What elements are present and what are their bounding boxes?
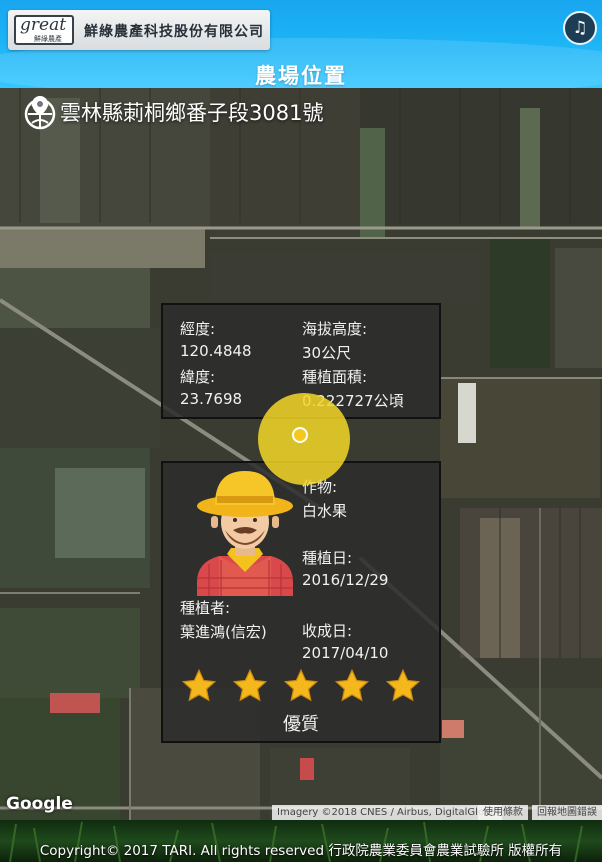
- grower-value: 葉進鴻(信宏): [180, 623, 267, 641]
- plant-date-value: 2016/12/29: [302, 571, 389, 589]
- location-pin-icon: [24, 96, 56, 130]
- farm-address: 雲林縣莿桐鄉番子段3081號: [22, 94, 323, 130]
- altitude-label: 海拔高度:: [302, 320, 368, 338]
- latitude-label: 緯度:: [180, 368, 216, 386]
- app-header: great 鮮綠農產 鮮綠農產科技股份有限公司 ♫ 農場位置: [0, 0, 602, 88]
- music-note-icon: ♫: [572, 18, 588, 38]
- map-report-link[interactable]: 回報地圖錯誤: [532, 805, 602, 820]
- rating-stars: [181, 668, 421, 704]
- grower-label: 種植者:: [180, 599, 231, 617]
- address-text: 雲林縣莿桐鄉番子段3081號: [60, 101, 324, 125]
- logo-subtext: 鮮綠農產: [34, 35, 62, 43]
- altitude-value: 30公尺: [302, 344, 352, 362]
- map-terms-link[interactable]: 使用條款: [478, 805, 528, 820]
- google-watermark: Google: [6, 794, 73, 814]
- satellite-map[interactable]: 雲林縣莿桐鄉番子段3081號 經度: 120.4848 緯度: 23.7698 …: [0, 88, 602, 820]
- company-logo[interactable]: great 鮮綠農產 鮮綠農產科技股份有限公司: [8, 10, 270, 50]
- map-attribution: Imagery ©2018 CNES / Airbus, DigitalGlob…: [272, 805, 502, 820]
- logo-mark: great 鮮綠農產: [14, 15, 74, 45]
- plant-date-label: 種植日:: [302, 549, 353, 567]
- page-footer: Copyright© 2017 TARI. All rights reserve…: [0, 820, 602, 862]
- area-label: 種植面積:: [302, 368, 368, 386]
- latitude-value: 23.7698: [180, 390, 243, 408]
- longitude-value: 120.4848: [180, 342, 252, 360]
- star-icon: [232, 668, 268, 702]
- harvest-date-value: 2017/04/10: [302, 644, 389, 662]
- farm-location-marker[interactable]: [292, 427, 308, 443]
- star-icon: [181, 668, 217, 702]
- star-icon: [334, 668, 370, 702]
- grade-text: 優質: [283, 714, 319, 735]
- copyright-text: Copyright© 2017 TARI. All rights reserve…: [39, 843, 563, 859]
- star-icon: [283, 668, 319, 702]
- crop-value: 白水果: [302, 502, 348, 520]
- farmer-info-panel: 作物: 白水果 種植日: 2016/12/29 種植者: 葉進鴻(信宏) 收成日…: [161, 461, 441, 743]
- music-toggle-button[interactable]: ♫: [563, 11, 597, 45]
- logo-text: great: [20, 15, 67, 35]
- star-icon: [385, 668, 421, 702]
- harvest-date-label: 收成日:: [302, 622, 353, 640]
- company-name: 鮮綠農產科技股份有限公司: [84, 24, 264, 40]
- longitude-label: 經度:: [180, 320, 216, 338]
- page-title: 農場位置: [255, 64, 347, 88]
- farmer-avatar: [197, 471, 293, 596]
